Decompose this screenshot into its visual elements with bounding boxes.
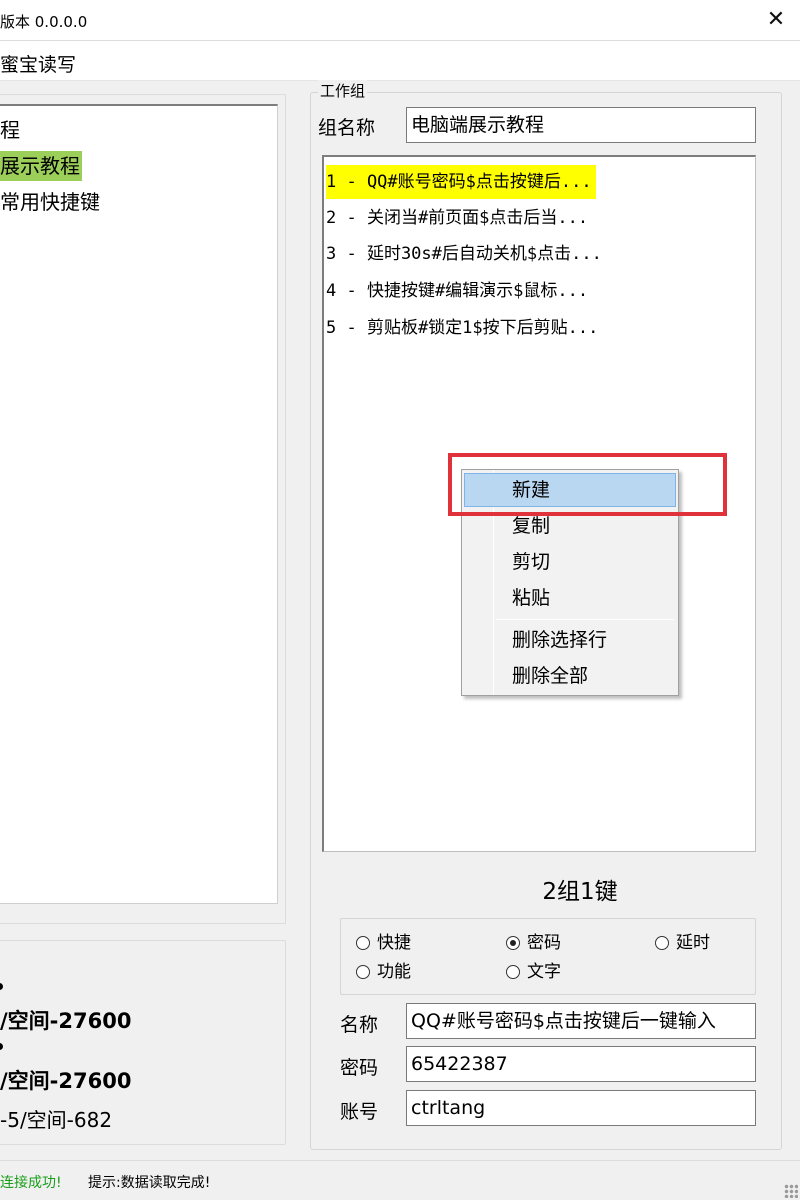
group-name-label: 组名称: [318, 117, 376, 139]
connection-status: 连接成功!: [0, 1175, 62, 1191]
list-item-5[interactable]: 5 - 剪贴板#锁定1$按下后剪贴...: [326, 311, 602, 345]
status-bar: 连接成功! 提示:数据读取完成!: [0, 1160, 800, 1200]
list-item-1[interactable]: 1 - QQ#账号密码$点击按键后...: [326, 165, 596, 199]
window-title: 版本 0.0.0.0: [0, 13, 88, 31]
work-group-legend: 工作组: [318, 80, 368, 101]
list-item-4[interactable]: 4 - 快捷按键#编辑演示$鼠标...: [326, 274, 592, 308]
menu-item-paste[interactable]: 粘贴: [464, 581, 676, 615]
radio-delay[interactable]: 延时: [655, 931, 710, 955]
menu-separator: [496, 619, 674, 620]
close-icon[interactable]: ✕: [762, 6, 790, 34]
list-item-3[interactable]: 3 - 延时30s#后自动关机$点击...: [326, 237, 606, 271]
password-input[interactable]: 65422387: [406, 1046, 756, 1082]
key-type-radio-group: 快捷 密码 延时 功能 文字: [340, 918, 756, 995]
key-name-input[interactable]: QQ#账号密码$点击按键后一键输入: [406, 1003, 756, 1039]
radio-shortcut[interactable]: 快捷: [356, 931, 411, 955]
info-line-1: /空间-27600: [0, 1009, 132, 1033]
radio-button-icon: [506, 965, 520, 979]
bullet-icon: [0, 983, 3, 990]
radio-button-checked-icon: [506, 936, 520, 950]
tree-item-2[interactable]: 常用快捷键: [0, 187, 102, 217]
radio-button-icon: [356, 936, 370, 950]
radio-label: 快捷: [377, 933, 411, 953]
account-input[interactable]: ctrltang: [406, 1090, 756, 1126]
menu-item-delete-all[interactable]: 删除全部: [464, 659, 676, 693]
group-name-input[interactable]: 电脑端展示教程: [406, 107, 756, 143]
group-key-count: 2组1键: [542, 879, 618, 905]
radio-label: 密码: [527, 933, 561, 953]
group-tree[interactable]: 程 展示教程 常用快捷键: [0, 104, 278, 904]
radio-label: 延时: [676, 933, 710, 953]
menu-item-cut[interactable]: 剪切: [464, 545, 676, 579]
bullet-icon: [0, 1043, 3, 1050]
menu-bar: 蜜宝读写: [0, 41, 800, 81]
radio-button-icon: [356, 965, 370, 979]
info-line-2: /空间-27600: [0, 1069, 132, 1093]
status-hint: 提示:数据读取完成!: [88, 1175, 211, 1191]
info-line-3: -5/空间-682: [0, 1108, 113, 1132]
tree-item-1-selected[interactable]: 展示教程: [0, 151, 82, 181]
account-label: 账号: [340, 1101, 379, 1123]
device-info-panel: /空间-27600 /空间-27600 -5/空间-682: [0, 940, 286, 1145]
title-bar: 版本 0.0.0.0 ✕: [0, 0, 800, 40]
resize-grip-icon[interactable]: [784, 1184, 798, 1198]
radio-text[interactable]: 文字: [506, 960, 561, 984]
menu-item-read-write[interactable]: 蜜宝读写: [0, 50, 76, 77]
list-item-2[interactable]: 2 - 关闭当#前页面$点击后当...: [326, 201, 592, 235]
tree-item-0[interactable]: 程: [0, 115, 22, 145]
radio-label: 文字: [527, 962, 561, 982]
radio-function[interactable]: 功能: [356, 960, 411, 984]
radio-password[interactable]: 密码: [506, 931, 561, 955]
radio-label: 功能: [377, 962, 411, 982]
menu-item-delete-selected[interactable]: 删除选择行: [464, 623, 676, 657]
key-name-label: 名称: [340, 1014, 379, 1036]
password-label: 密码: [340, 1057, 379, 1079]
annotation-highlight-box: [448, 453, 727, 516]
radio-button-icon: [655, 936, 669, 950]
